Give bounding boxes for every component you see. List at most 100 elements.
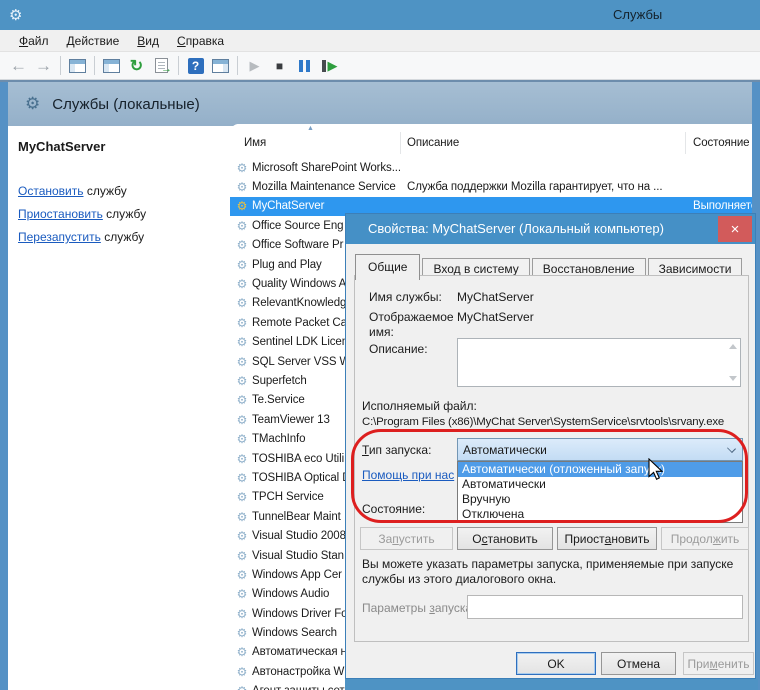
selected-service-title: MyChatServer [18, 139, 230, 154]
help-icon[interactable]: ? [183, 54, 208, 78]
service-action-link-row: Перезапустить службу [18, 230, 230, 244]
start-button[interactable]: Запустить [360, 527, 453, 550]
export-list-icon[interactable]: → [149, 54, 174, 78]
stop-service-icon: ■ [276, 59, 283, 73]
toolbar-separator [94, 56, 95, 75]
service-gear-icon: ⚙ [235, 180, 249, 194]
back-icon[interactable]: ← [6, 54, 31, 78]
action-pane-icon[interactable] [208, 54, 233, 78]
startup-params-input[interactable] [467, 595, 743, 619]
column-header-status[interactable]: Состояние [693, 137, 749, 149]
pause-button[interactable]: Приостановить [557, 527, 657, 550]
menu-item-view[interactable]: Вид [128, 32, 168, 50]
column-divider [685, 132, 686, 154]
start-service-icon[interactable]: ▶ [242, 54, 267, 78]
service-status-cell: Выполняется [685, 200, 752, 212]
service-gear-icon: ⚙ [235, 510, 249, 524]
refresh-icon[interactable]: ↻ [124, 54, 149, 78]
dropdown-option[interactable]: Отключена [458, 507, 742, 522]
restart-service-icon[interactable]: ▶ [317, 54, 342, 78]
restart-service-link[interactable]: Перезапустить [18, 230, 101, 244]
dropdown-option[interactable]: Автоматически (отложенный запуск) [458, 462, 742, 477]
stop-service-link[interactable]: Остановить [18, 184, 84, 198]
stop-button[interactable]: Остановить [457, 527, 553, 550]
menu-item-action[interactable]: Действие [58, 32, 129, 50]
services-app-icon: ⚙ [9, 6, 22, 24]
service-gear-icon: ⚙ [235, 413, 249, 427]
services-gear-icon: ⚙ [25, 94, 40, 114]
action-pane: MyChatServer Остановить службу Приостанов… [8, 126, 230, 690]
executable-path: C:\Program Files (x86)\MyChat Server\Sys… [362, 416, 724, 428]
service-gear-icon: ⚙ [235, 374, 249, 388]
cancel-button[interactable]: Отмена [601, 652, 676, 675]
service-gear-icon: ⚙ [235, 684, 249, 690]
display-name-value: MyChatServer [457, 310, 534, 324]
service-gear-icon: ⚙ [235, 316, 249, 330]
service-name-cell: Microsoft SharePoint Works... [252, 162, 400, 174]
dialog-title: Свойства: MyChatServer (Локальный компью… [368, 221, 664, 236]
service-gear-icon: ⚙ [235, 355, 249, 369]
service-gear-icon: ⚙ [235, 335, 249, 349]
menu-item-help[interactable]: Справка [168, 32, 233, 50]
properties-icon[interactable] [99, 54, 124, 78]
service-gear-icon: ⚙ [235, 258, 249, 272]
column-header-description[interactable]: Описание [407, 137, 459, 149]
startup-help-link[interactable]: Помощь при нас [362, 468, 454, 482]
general-tab-panel: Имя службы: MyChatServer Отображаемое им… [354, 275, 749, 642]
dropdown-option[interactable]: Автоматически [458, 477, 742, 492]
service-name-value: MyChatServer [457, 290, 534, 304]
service-gear-icon: ⚙ [235, 296, 249, 310]
table-row[interactable]: ⚙Microsoft SharePoint Works... [230, 158, 752, 177]
chevron-down-icon [727, 444, 736, 453]
pause-service-icon [299, 60, 303, 72]
menu-bar: ФайлДействиеВидСправка [0, 30, 760, 52]
refresh-icon: ↻ [130, 56, 143, 76]
service-gear-icon: ⚙ [235, 549, 249, 563]
dialog-titlebar: Свойства: MyChatServer (Локальный компью… [346, 214, 755, 244]
startup-type-combobox[interactable]: Автоматически [457, 438, 743, 461]
window-title: Службы [613, 7, 662, 22]
toolbar-separator [237, 56, 238, 75]
console-header-band: ⚙ Службы (локальные) [0, 80, 760, 126]
close-icon[interactable]: × [718, 216, 752, 242]
service-gear-icon: ⚙ [235, 393, 249, 407]
table-row[interactable]: ⚙Mozilla Maintenance ServiceСлужба подде… [230, 177, 752, 196]
tab-general[interactable]: Общие [355, 254, 420, 280]
service-name-cell: Mozilla Maintenance Service [252, 181, 400, 193]
ok-button[interactable]: OK [516, 652, 596, 675]
resume-button[interactable]: Продолжить [661, 527, 749, 550]
column-divider [400, 132, 401, 154]
service-description-cell: Служба поддержки Mozilla гарантирует, чт… [400, 181, 685, 193]
scroll-down-icon[interactable] [729, 376, 737, 381]
service-gear-icon: ⚙ [235, 238, 249, 252]
console-tree-icon[interactable] [65, 54, 90, 78]
display-name-label: Отображаемое имя: [369, 310, 451, 340]
toolbar-separator [178, 56, 179, 75]
dropdown-option[interactable]: Вручную [458, 492, 742, 507]
help-icon: ? [188, 58, 204, 74]
apply-button[interactable]: Применить [683, 652, 754, 675]
service-gear-icon: ⚙ [235, 490, 249, 504]
sort-ascending-icon: ▲ [307, 125, 314, 132]
column-header-name[interactable]: Имя [244, 137, 266, 149]
menu-item-file[interactable]: Файл [10, 32, 58, 50]
stop-service-icon[interactable]: ■ [267, 54, 292, 78]
startup-type-label: Тип запуска: [362, 443, 431, 457]
action-pane-icon [212, 59, 229, 73]
service-gear-icon: ⚙ [235, 471, 249, 485]
service-action-links: Остановить службуПриостановить службуПер… [18, 184, 230, 244]
service-gear-icon: ⚙ [235, 199, 249, 213]
forward-icon: → [35, 56, 52, 76]
link-rest-text: службу [101, 230, 144, 244]
service-gear-icon: ⚙ [235, 587, 249, 601]
service-gear-icon: ⚙ [235, 432, 249, 446]
service-name-cell: MyChatServer [252, 200, 400, 212]
scroll-up-icon[interactable] [729, 344, 737, 349]
description-textarea[interactable] [457, 338, 741, 387]
restart-service-icon [322, 60, 326, 72]
pause-service-icon[interactable] [292, 54, 317, 78]
forward-icon[interactable]: → [31, 54, 56, 78]
service-gear-icon: ⚙ [235, 161, 249, 175]
pause-service-link[interactable]: Приостановить [18, 207, 103, 221]
service-gear-icon: ⚙ [235, 452, 249, 466]
